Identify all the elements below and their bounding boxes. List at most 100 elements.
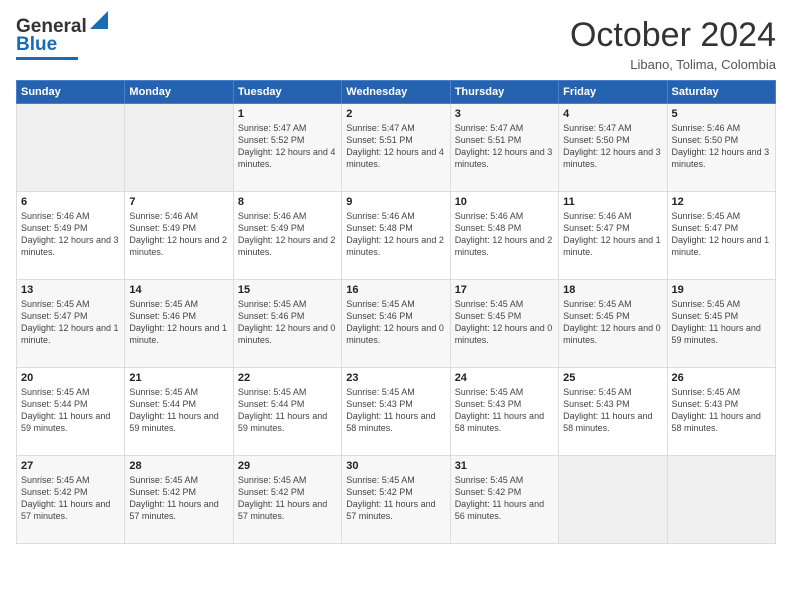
day-number: 14 (129, 284, 228, 296)
day-info: Sunrise: 5:47 AM Sunset: 5:51 PM Dayligh… (455, 122, 554, 171)
day-number: 9 (346, 196, 445, 208)
day-info: Sunrise: 5:45 AM Sunset: 5:42 PM Dayligh… (346, 474, 445, 523)
logo-arrow-icon (90, 11, 108, 29)
calendar-table: Sunday Monday Tuesday Wednesday Thursday… (16, 80, 776, 544)
day-cell: 1 Sunrise: 5:47 AM Sunset: 5:52 PM Daylig… (233, 104, 341, 192)
day-info: Sunrise: 5:45 AM Sunset: 5:44 PM Dayligh… (129, 386, 228, 435)
logo-underline (16, 57, 78, 60)
day-number: 25 (563, 372, 662, 384)
day-number: 5 (672, 108, 771, 120)
day-number: 20 (21, 372, 120, 384)
day-cell (17, 104, 125, 192)
day-number: 27 (21, 460, 120, 472)
day-number: 7 (129, 196, 228, 208)
day-number: 10 (455, 196, 554, 208)
day-number: 18 (563, 284, 662, 296)
day-info: Sunrise: 5:45 AM Sunset: 5:46 PM Dayligh… (129, 298, 228, 347)
day-number: 21 (129, 372, 228, 384)
day-info: Sunrise: 5:45 AM Sunset: 5:46 PM Dayligh… (238, 298, 337, 347)
week-row-3: 20 Sunrise: 5:45 AM Sunset: 5:44 PM Dayli… (17, 368, 776, 456)
day-cell: 16 Sunrise: 5:45 AM Sunset: 5:46 PM Dayli… (342, 280, 450, 368)
day-info: Sunrise: 5:45 AM Sunset: 5:43 PM Dayligh… (346, 386, 445, 435)
day-number: 4 (563, 108, 662, 120)
day-cell: 14 Sunrise: 5:45 AM Sunset: 5:46 PM Dayli… (125, 280, 233, 368)
day-cell: 6 Sunrise: 5:46 AM Sunset: 5:49 PM Daylig… (17, 192, 125, 280)
day-info: Sunrise: 5:45 AM Sunset: 5:42 PM Dayligh… (455, 474, 554, 523)
day-info: Sunrise: 5:47 AM Sunset: 5:50 PM Dayligh… (563, 122, 662, 171)
day-cell: 21 Sunrise: 5:45 AM Sunset: 5:44 PM Dayli… (125, 368, 233, 456)
day-number: 29 (238, 460, 337, 472)
day-cell: 7 Sunrise: 5:46 AM Sunset: 5:49 PM Daylig… (125, 192, 233, 280)
day-cell: 13 Sunrise: 5:45 AM Sunset: 5:47 PM Dayli… (17, 280, 125, 368)
day-cell: 22 Sunrise: 5:45 AM Sunset: 5:44 PM Dayli… (233, 368, 341, 456)
day-cell (125, 104, 233, 192)
day-info: Sunrise: 5:45 AM Sunset: 5:42 PM Dayligh… (21, 474, 120, 523)
title-area: October 2024 Libano, Tolima, Colombia (570, 16, 776, 72)
col-saturday: Saturday (667, 81, 775, 104)
day-number: 1 (238, 108, 337, 120)
day-info: Sunrise: 5:45 AM Sunset: 5:43 PM Dayligh… (563, 386, 662, 435)
day-cell: 31 Sunrise: 5:45 AM Sunset: 5:42 PM Dayli… (450, 456, 558, 544)
day-number: 16 (346, 284, 445, 296)
col-monday: Monday (125, 81, 233, 104)
day-number: 12 (672, 196, 771, 208)
day-info: Sunrise: 5:46 AM Sunset: 5:48 PM Dayligh… (455, 210, 554, 259)
day-info: Sunrise: 5:47 AM Sunset: 5:51 PM Dayligh… (346, 122, 445, 171)
col-tuesday: Tuesday (233, 81, 341, 104)
day-number: 3 (455, 108, 554, 120)
day-number: 19 (672, 284, 771, 296)
day-number: 15 (238, 284, 337, 296)
day-number: 31 (455, 460, 554, 472)
day-info: Sunrise: 5:45 AM Sunset: 5:43 PM Dayligh… (672, 386, 771, 435)
day-number: 30 (346, 460, 445, 472)
day-cell (667, 456, 775, 544)
week-row-2: 13 Sunrise: 5:45 AM Sunset: 5:47 PM Dayli… (17, 280, 776, 368)
day-number: 6 (21, 196, 120, 208)
day-cell: 24Sunrise: 5:45 AM Sunset: 5:43 PM Dayli… (450, 368, 558, 456)
day-info: Sunrise: 5:45 AM Sunset: 5:45 PM Dayligh… (563, 298, 662, 347)
day-info: Sunrise: 5:45 AM Sunset: 5:44 PM Dayligh… (238, 386, 337, 435)
day-number: 22 (238, 372, 337, 384)
day-cell: 2 Sunrise: 5:47 AM Sunset: 5:51 PM Daylig… (342, 104, 450, 192)
day-number: 13 (21, 284, 120, 296)
day-info: Sunrise: 5:47 AM Sunset: 5:52 PM Dayligh… (238, 122, 337, 171)
day-info: Sunrise: 5:45 AM Sunset: 5:45 PM Dayligh… (455, 298, 554, 347)
col-thursday: Thursday (450, 81, 558, 104)
col-sunday: Sunday (17, 81, 125, 104)
day-info: Sunrise: 5:45 AM Sunset: 5:45 PM Dayligh… (672, 298, 771, 347)
day-cell: 5Sunrise: 5:46 AM Sunset: 5:50 PM Daylig… (667, 104, 775, 192)
day-number: 17 (455, 284, 554, 296)
day-cell: 19 Sunrise: 5:45 AM Sunset: 5:45 PM Dayli… (667, 280, 775, 368)
week-row-4: 27 Sunrise: 5:45 AM Sunset: 5:42 PM Dayli… (17, 456, 776, 544)
day-info: Sunrise: 5:46 AM Sunset: 5:49 PM Dayligh… (21, 210, 120, 259)
header: General Blue October 2024 Libano, Tolima… (16, 16, 776, 72)
day-info: Sunrise: 5:45 AM Sunset: 5:47 PM Dayligh… (672, 210, 771, 259)
weekday-header-row: Sunday Monday Tuesday Wednesday Thursday… (17, 81, 776, 104)
day-cell: 23Sunrise: 5:45 AM Sunset: 5:43 PM Dayli… (342, 368, 450, 456)
day-number: 24 (455, 372, 554, 384)
day-cell: 29 Sunrise: 5:45 AM Sunset: 5:42 PM Dayli… (233, 456, 341, 544)
day-cell: 9 Sunrise: 5:46 AM Sunset: 5:48 PM Daylig… (342, 192, 450, 280)
day-number: 8 (238, 196, 337, 208)
day-info: Sunrise: 5:46 AM Sunset: 5:49 PM Dayligh… (129, 210, 228, 259)
day-cell: 18 Sunrise: 5:45 AM Sunset: 5:45 PM Dayli… (559, 280, 667, 368)
day-cell: 20 Sunrise: 5:45 AM Sunset: 5:44 PM Dayli… (17, 368, 125, 456)
day-info: Sunrise: 5:45 AM Sunset: 5:47 PM Dayligh… (21, 298, 120, 347)
day-cell: 26Sunrise: 5:45 AM Sunset: 5:43 PM Dayli… (667, 368, 775, 456)
day-info: Sunrise: 5:45 AM Sunset: 5:46 PM Dayligh… (346, 298, 445, 347)
day-cell: 12 Sunrise: 5:45 AM Sunset: 5:47 PM Dayli… (667, 192, 775, 280)
day-info: Sunrise: 5:46 AM Sunset: 5:48 PM Dayligh… (346, 210, 445, 259)
day-cell: 8Sunrise: 5:46 AM Sunset: 5:49 PM Daylig… (233, 192, 341, 280)
month-title: October 2024 (570, 16, 776, 55)
day-cell: 30 Sunrise: 5:45 AM Sunset: 5:42 PM Dayli… (342, 456, 450, 544)
day-cell: 3 Sunrise: 5:47 AM Sunset: 5:51 PM Daylig… (450, 104, 558, 192)
location: Libano, Tolima, Colombia (570, 57, 776, 72)
day-info: Sunrise: 5:45 AM Sunset: 5:42 PM Dayligh… (238, 474, 337, 523)
day-info: Sunrise: 5:45 AM Sunset: 5:44 PM Dayligh… (21, 386, 120, 435)
day-cell: 10 Sunrise: 5:46 AM Sunset: 5:48 PM Dayli… (450, 192, 558, 280)
day-cell: 27 Sunrise: 5:45 AM Sunset: 5:42 PM Dayli… (17, 456, 125, 544)
day-cell: 28Sunrise: 5:45 AM Sunset: 5:42 PM Dayli… (125, 456, 233, 544)
day-cell (559, 456, 667, 544)
week-row-0: 1 Sunrise: 5:47 AM Sunset: 5:52 PM Daylig… (17, 104, 776, 192)
day-number: 2 (346, 108, 445, 120)
